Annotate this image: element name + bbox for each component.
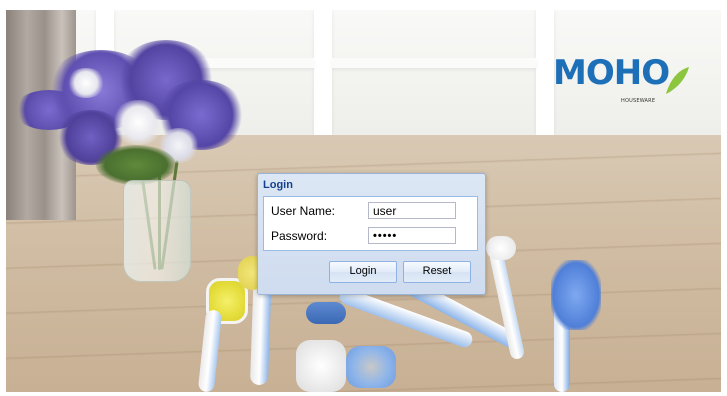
logo-tagline: HOUSEWARE [621, 98, 656, 104]
logo-wordmark: MOHO [553, 53, 670, 93]
glass-vase [123, 180, 191, 282]
login-dialog: Login User Name: user Password: ••••• Lo… [257, 173, 486, 295]
leaf-icon [666, 67, 689, 94]
password-input[interactable]: ••••• [368, 227, 456, 244]
moho-logo: MOHO HOUSEWARE [553, 56, 693, 114]
shelf-post [314, 10, 332, 135]
shelf-plank [332, 58, 536, 68]
username-input[interactable]: user [368, 202, 456, 219]
logo-brand: MOHO [553, 53, 670, 93]
password-label: Password: [271, 229, 328, 243]
username-label: User Name: [271, 204, 336, 218]
shelf-post [536, 10, 554, 135]
dialog-title: Login [263, 179, 293, 191]
reset-button[interactable]: Reset [403, 261, 471, 283]
login-button[interactable]: Login [329, 261, 397, 283]
login-form: User Name: user Password: ••••• [263, 196, 478, 251]
